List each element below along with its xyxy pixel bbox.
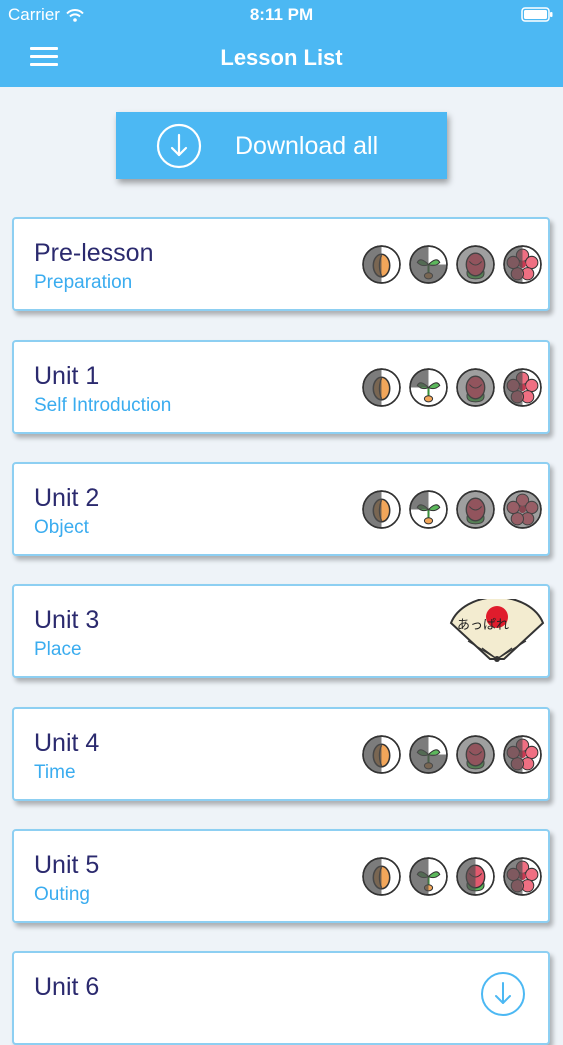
bud-badge-icon bbox=[456, 735, 495, 774]
blossom-badge-icon bbox=[503, 735, 542, 774]
download-all-button[interactable]: Download all bbox=[116, 112, 447, 179]
bud-badge-icon bbox=[456, 857, 495, 896]
bud-badge-icon bbox=[456, 245, 495, 284]
download-all-label: Download all bbox=[235, 132, 379, 160]
progress-badges bbox=[361, 244, 543, 285]
sprout-badge-icon bbox=[409, 490, 448, 529]
seed-badge-icon bbox=[362, 490, 401, 529]
lesson-card-unit-6[interactable]: Unit 6 bbox=[12, 951, 550, 1045]
lesson-subtitle: Time bbox=[34, 762, 76, 783]
lesson-card-pre-lesson[interactable]: Pre-lesson Preparation bbox=[12, 217, 550, 311]
blossom-badge-icon bbox=[503, 368, 542, 407]
lesson-title: Unit 6 bbox=[34, 973, 100, 1001]
bud-badge-icon bbox=[456, 490, 495, 529]
nav-bar: Lesson List bbox=[0, 30, 563, 87]
sprout-badge-icon bbox=[409, 735, 448, 774]
lesson-subtitle: Object bbox=[34, 517, 89, 538]
download-icon[interactable] bbox=[480, 971, 526, 1017]
lesson-subtitle: Outing bbox=[34, 884, 90, 905]
lesson-card-unit-3[interactable]: Unit 2 Unit 3 Place あっぱれ bbox=[12, 584, 550, 678]
sprout-badge-icon bbox=[409, 368, 448, 407]
seed-badge-icon bbox=[362, 368, 401, 407]
lesson-title: Pre-lesson bbox=[34, 239, 154, 267]
lesson-title: Unit 5 bbox=[34, 851, 100, 879]
lesson-title: Unit 4 bbox=[34, 729, 100, 757]
progress-badges bbox=[361, 489, 543, 530]
lesson-subtitle: Preparation bbox=[34, 272, 133, 293]
progress-badges bbox=[361, 367, 543, 408]
status-bar: Carrier 8:11 PM bbox=[0, 0, 563, 30]
lesson-subtitle: Self Introduction bbox=[34, 395, 172, 416]
lesson-subtitle: Place bbox=[34, 639, 82, 660]
battery-icon bbox=[521, 7, 553, 22]
status-time: 8:11 PM bbox=[249, 5, 314, 24]
lesson-title: Unit 1 bbox=[34, 362, 100, 390]
page-title: Lesson List bbox=[220, 45, 343, 70]
blossom-badge-icon bbox=[503, 490, 542, 529]
progress-badges bbox=[361, 856, 543, 897]
lesson-card-unit-2[interactable]: Unit 2 Object bbox=[12, 462, 550, 556]
progress-badges bbox=[361, 734, 543, 775]
lesson-card-unit-4[interactable]: Unit 4 Time bbox=[12, 707, 550, 801]
fan-text: あっぱれ bbox=[457, 618, 509, 633]
lesson-title: Unit 2 bbox=[34, 484, 100, 512]
lesson-card-unit-5[interactable]: Unit 5 Outing bbox=[12, 829, 550, 923]
lesson-card-unit-1[interactable]: Unit 1 Self Introduction bbox=[12, 340, 550, 434]
seed-badge-icon bbox=[362, 857, 401, 896]
bud-badge-icon bbox=[456, 368, 495, 407]
download-icon bbox=[156, 123, 202, 169]
appare-fan-icon: あっぱれ bbox=[449, 599, 545, 662]
sprout-badge-icon bbox=[409, 245, 448, 284]
blossom-badge-icon bbox=[503, 245, 542, 284]
seed-badge-icon bbox=[362, 735, 401, 774]
sprout-badge-icon bbox=[409, 857, 448, 896]
seed-badge-icon bbox=[362, 245, 401, 284]
blossom-badge-icon bbox=[503, 857, 542, 896]
lesson-title: Unit 3 bbox=[34, 606, 100, 634]
